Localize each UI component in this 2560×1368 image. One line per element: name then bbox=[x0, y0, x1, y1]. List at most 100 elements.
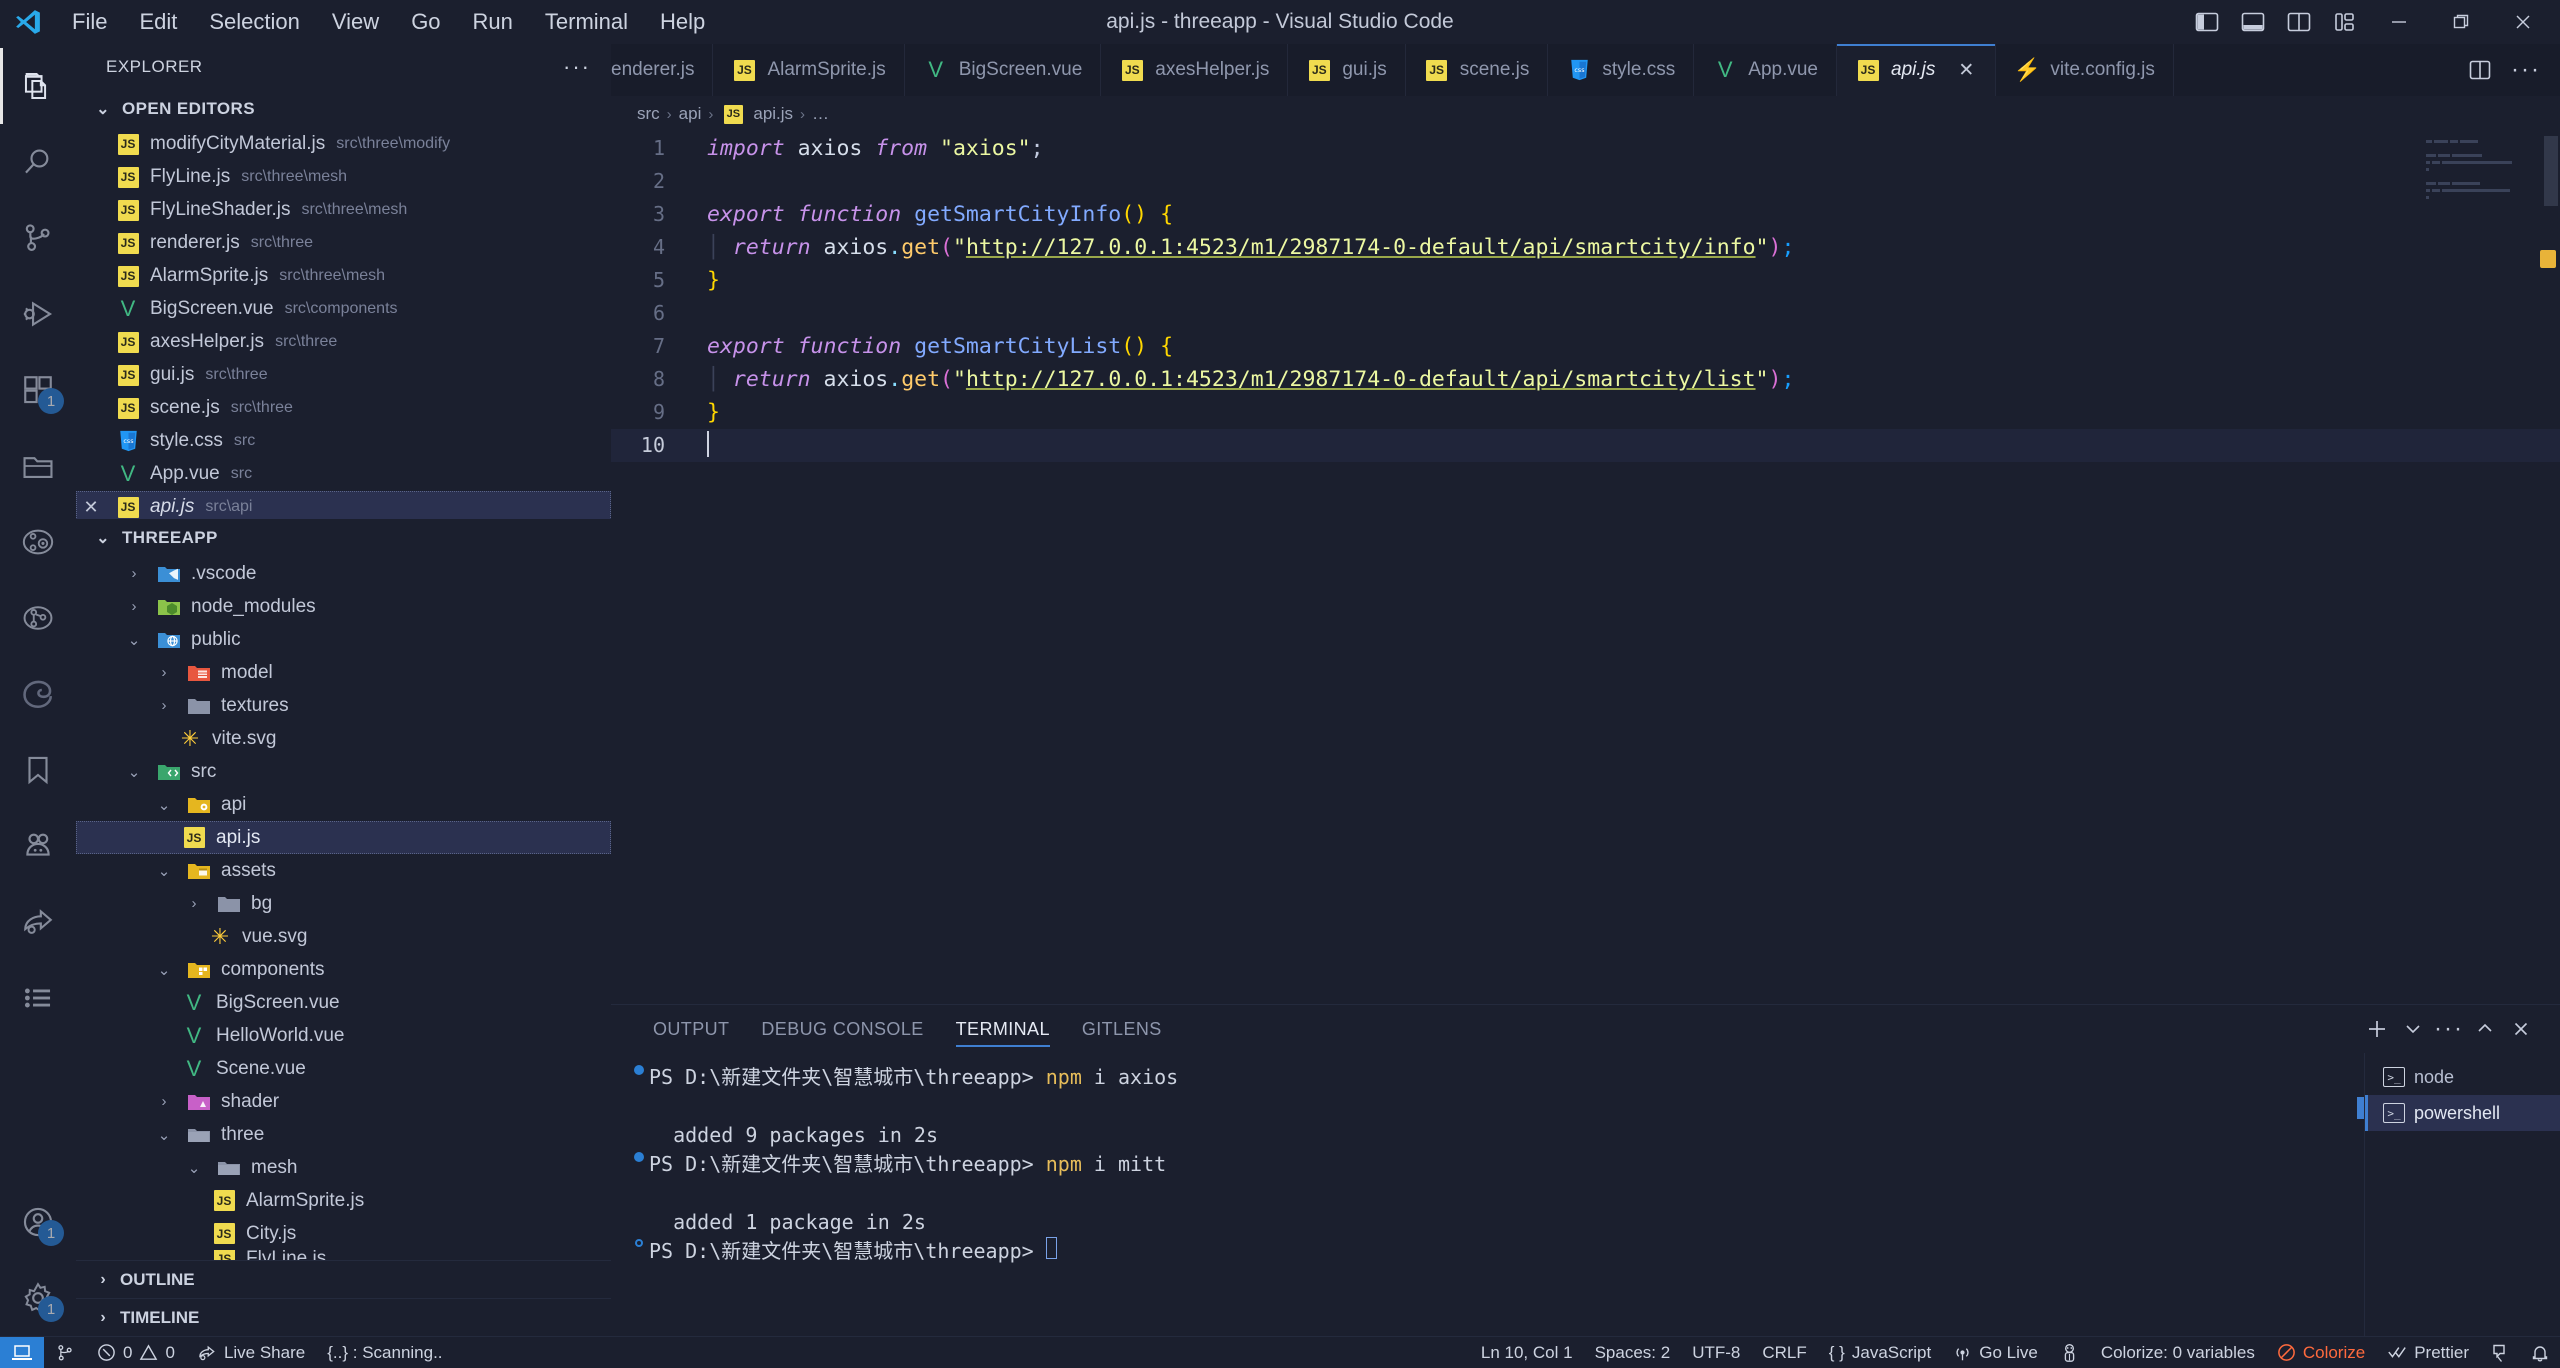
chevron-down-icon[interactable]: ⌄ bbox=[181, 1159, 207, 1177]
activitybar-explorer[interactable] bbox=[0, 48, 76, 124]
status-language-mode[interactable]: { } JavaScript bbox=[1818, 1337, 1942, 1368]
chevron-down-icon[interactable]: ⌄ bbox=[151, 1126, 177, 1144]
activitybar-live-share[interactable] bbox=[0, 808, 76, 884]
open-editor-row[interactable]: css style.css src bbox=[76, 425, 611, 458]
section-open-editors[interactable]: ⌄ OPEN EDITORS bbox=[76, 90, 611, 128]
status-encoding[interactable]: UTF-8 bbox=[1681, 1337, 1751, 1368]
status-colorize[interactable]: Colorize bbox=[2266, 1337, 2376, 1368]
status-source-control[interactable] bbox=[44, 1337, 86, 1368]
menu-help[interactable]: Help bbox=[644, 7, 721, 37]
tree-row-public[interactable]: ⌄ public bbox=[76, 623, 611, 656]
toggle-primary-sidebar-icon[interactable] bbox=[2184, 0, 2230, 44]
activitybar-bookmarks[interactable] bbox=[0, 732, 76, 808]
status-scanning[interactable]: {..} : Scanning.. bbox=[316, 1337, 453, 1368]
activitybar-edge-tools[interactable] bbox=[0, 656, 76, 732]
customize-layout-icon[interactable] bbox=[2322, 0, 2368, 44]
tree-row-vscode[interactable]: › .vscode bbox=[76, 557, 611, 590]
open-editor-row[interactable]: JS scene.js src\three bbox=[76, 392, 611, 425]
editor-vertical-scrollbar[interactable] bbox=[2542, 132, 2560, 1004]
menu-view[interactable]: View bbox=[316, 7, 395, 37]
menu-edit[interactable]: Edit bbox=[123, 7, 193, 37]
status-cursor-position[interactable]: Ln 10, Col 1 bbox=[1470, 1337, 1584, 1368]
minimize-button[interactable] bbox=[2368, 0, 2430, 44]
menu-selection[interactable]: Selection bbox=[193, 7, 316, 37]
chevron-down-icon[interactable]: ⌄ bbox=[151, 796, 177, 814]
chevron-right-icon[interactable]: › bbox=[121, 598, 147, 615]
chevron-down-icon[interactable]: ⌄ bbox=[121, 631, 147, 649]
chevron-down-icon[interactable]: ⌄ bbox=[121, 763, 147, 781]
tree-row-bigscreen-vue[interactable]: V BigScreen.vue bbox=[76, 986, 611, 1019]
tab-alarmsprite-js[interactable]: JS AlarmSprite.js bbox=[713, 44, 905, 96]
tree-row-node-modules[interactable]: › node_modules bbox=[76, 590, 611, 623]
tree-row-helloworld-vue[interactable]: V HelloWorld.vue bbox=[76, 1019, 611, 1052]
panel-tab-output[interactable]: OUTPUT bbox=[637, 1005, 745, 1053]
toggle-secondary-sidebar-icon[interactable] bbox=[2276, 0, 2322, 44]
tab-close-icon[interactable]: ✕ bbox=[1955, 59, 1977, 82]
new-terminal-icon[interactable] bbox=[2360, 1012, 2394, 1046]
section-outline[interactable]: › OUTLINE bbox=[76, 1260, 611, 1298]
tree-row-alarmsprite-js[interactable]: JS AlarmSprite.js bbox=[76, 1184, 611, 1217]
menu-run[interactable]: Run bbox=[457, 7, 529, 37]
menu-bar[interactable]: File Edit Selection View Go Run Terminal… bbox=[56, 7, 721, 37]
tree-row-api[interactable]: ⌄ api bbox=[76, 788, 611, 821]
activitybar-share[interactable] bbox=[0, 884, 76, 960]
restore-button[interactable] bbox=[2430, 0, 2492, 44]
activitybar-project-manager[interactable] bbox=[0, 428, 76, 504]
chevron-right-icon[interactable]: › bbox=[121, 565, 147, 582]
code-editor[interactable]: 1 import axios from "axios"; 2 3 export … bbox=[611, 132, 2560, 1004]
open-editor-row[interactable]: JS AlarmSprite.js src\three\mesh bbox=[76, 260, 611, 293]
open-editor-row[interactable]: JS axesHelper.js src\three bbox=[76, 326, 611, 359]
activitybar-gitlens[interactable] bbox=[0, 580, 76, 656]
tab-scene-js[interactable]: JS scene.js bbox=[1405, 44, 1549, 96]
status-problems[interactable]: 0 0 bbox=[86, 1337, 186, 1368]
activitybar-gitlens-inspect[interactable] bbox=[0, 504, 76, 580]
menu-terminal[interactable]: Terminal bbox=[529, 7, 644, 37]
activitybar-search[interactable] bbox=[0, 124, 76, 200]
more-actions-icon[interactable]: ··· bbox=[2506, 50, 2546, 90]
activitybar-source-control[interactable] bbox=[0, 200, 76, 276]
close-button[interactable] bbox=[2492, 0, 2554, 44]
tree-row-src[interactable]: ⌄ src bbox=[76, 755, 611, 788]
close-panel-icon[interactable] bbox=[2504, 1012, 2538, 1046]
maximize-panel-icon[interactable] bbox=[2468, 1012, 2502, 1046]
tree-row-model[interactable]: › model bbox=[76, 656, 611, 689]
section-timeline[interactable]: › TIMELINE bbox=[76, 1298, 611, 1336]
tree-row-three[interactable]: ⌄ three bbox=[76, 1118, 611, 1151]
breadcrumb-api-js[interactable]: api.js bbox=[753, 104, 793, 124]
close-icon[interactable]: ✕ bbox=[76, 497, 106, 518]
activitybar-run-and-debug[interactable] bbox=[0, 276, 76, 352]
chevron-right-icon[interactable]: › bbox=[151, 664, 177, 681]
chevron-down-icon[interactable] bbox=[2396, 1012, 2430, 1046]
tree-row-vue-svg[interactable]: ✳ vue.svg bbox=[76, 920, 611, 953]
status-notifications[interactable] bbox=[2520, 1337, 2560, 1368]
activitybar-accounts[interactable]: 1 bbox=[0, 1184, 76, 1260]
chevron-right-icon[interactable]: › bbox=[151, 697, 177, 714]
tree-row-assets[interactable]: ⌄ assets bbox=[76, 854, 611, 887]
status-colorize-variables[interactable]: Colorize: 0 variables bbox=[2090, 1337, 2266, 1368]
tree-row-components[interactable]: ⌄ components bbox=[76, 953, 611, 986]
tree-row-shader[interactable]: › shader bbox=[76, 1085, 611, 1118]
panel-more-actions-icon[interactable]: ··· bbox=[2432, 1012, 2466, 1046]
tree-row-bg[interactable]: › bg bbox=[76, 887, 611, 920]
status-go-live[interactable]: Go Live bbox=[1942, 1337, 2049, 1368]
terminal-tab-powershell[interactable]: >_ powershell bbox=[2365, 1095, 2560, 1131]
status-vscode-pets[interactable] bbox=[2049, 1337, 2090, 1368]
tree-row-vite-svg[interactable]: ✳ vite.svg bbox=[76, 722, 611, 755]
open-editor-row[interactable]: JS renderer.js src\three bbox=[76, 227, 611, 260]
chevron-right-icon[interactable]: › bbox=[151, 1093, 177, 1110]
chevron-down-icon[interactable]: ⌄ bbox=[151, 862, 177, 880]
panel-tab-gitlens[interactable]: GITLENS bbox=[1066, 1005, 1178, 1053]
terminal-tab-node[interactable]: >_ node bbox=[2365, 1059, 2560, 1095]
open-editor-row[interactable]: JS FlyLineShader.js src\three\mesh bbox=[76, 194, 611, 227]
menu-file[interactable]: File bbox=[56, 7, 123, 37]
breadcrumb-symbol[interactable]: … bbox=[812, 104, 829, 124]
open-editor-row[interactable]: JS gui.js src\three bbox=[76, 359, 611, 392]
tab-style-css[interactable]: css style.css bbox=[1548, 44, 1695, 96]
open-editor-row[interactable]: V BigScreen.vue src\components bbox=[76, 293, 611, 326]
remote-window-icon[interactable] bbox=[0, 1336, 44, 1368]
section-threeapp[interactable]: ⌄ THREEAPP bbox=[76, 519, 611, 557]
tab-bigscreen-vue[interactable]: V BigScreen.vue bbox=[904, 44, 1102, 96]
tree-row-textures[interactable]: › textures bbox=[76, 689, 611, 722]
panel-tab-terminal[interactable]: TERMINAL bbox=[940, 1005, 1066, 1053]
activitybar-manage-gear[interactable]: 1 bbox=[0, 1260, 76, 1336]
